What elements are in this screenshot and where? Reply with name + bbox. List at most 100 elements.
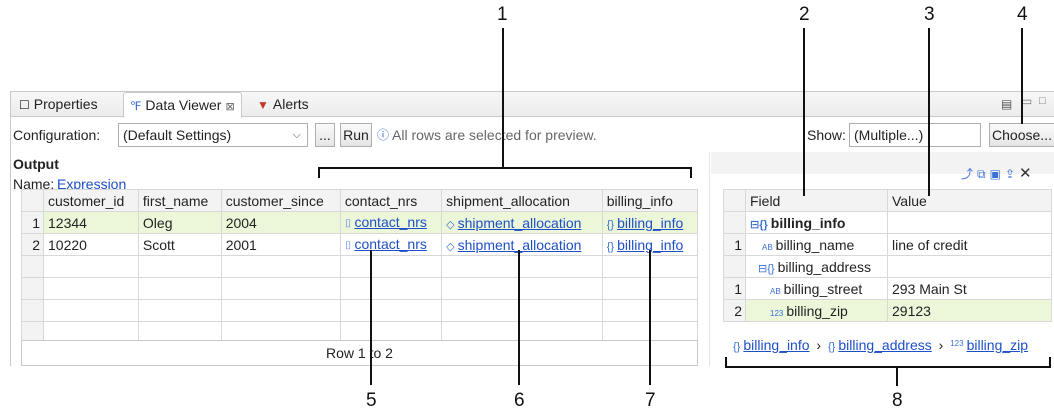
field-cell[interactable]: AB billing_street	[745, 277, 888, 300]
cell-customer-since[interactable]: 2001	[221, 233, 341, 256]
paste-icon[interactable]: ▣	[990, 167, 1005, 181]
field-cell[interactable]: AB billing_name	[745, 233, 888, 256]
go-up-icon[interactable]: ⤴	[961, 167, 977, 181]
breadcrumb: {} billing_info › {} billing_address › 123…	[733, 337, 1028, 353]
alerts-icon: ▼	[257, 98, 269, 112]
field-cell[interactable]: ⊟{} billing_info	[745, 211, 888, 234]
callout-3-line	[928, 28, 930, 196]
callout-6-line	[518, 250, 520, 385]
cell-contact-nrs[interactable]: ⌷ contact_nrs	[340, 211, 443, 234]
shipment-allocation-link[interactable]: shipment_allocation	[458, 215, 582, 231]
tree-row[interactable]: 1 AB billing_name line of credit	[723, 233, 1052, 256]
configuration-select[interactable]: (Default Settings) ⌵	[118, 123, 308, 147]
tree-row[interactable]: ⊟{} billing_info	[723, 211, 1052, 234]
row-number: 2	[723, 299, 746, 322]
cell-billing-info[interactable]: {} billing_info	[602, 211, 699, 234]
breadcrumb-billing-address[interactable]: billing_address	[838, 337, 931, 353]
tab-alerts[interactable]: ▼ Alerts	[251, 92, 315, 117]
cell-shipment-allocation[interactable]: ◇ shipment_allocation	[441, 233, 603, 256]
cell-first-name[interactable]: Oleg	[138, 211, 222, 234]
choose-button[interactable]: Choose...	[989, 123, 1054, 147]
copy-icon[interactable]: ⧉	[977, 167, 990, 181]
map-icon: ◇	[446, 240, 455, 253]
output-heading: Output	[13, 156, 59, 172]
column-header[interactable]: first_name	[138, 189, 222, 212]
collapse-struct-icon[interactable]: ⊟{}	[750, 218, 768, 231]
data-grid: customer_id first_name customer_since co…	[21, 189, 699, 344]
maximize-icon[interactable]: □	[1039, 95, 1046, 107]
callout-8-line	[896, 366, 898, 386]
struct-icon: {}	[827, 341, 836, 353]
detail-toolbar: ⤴⧉▣⇪✕	[961, 164, 1036, 182]
table-row[interactable]: 2 10220 Scott 2001 ⌷ contact_nrs ◇ shipmen…	[21, 233, 699, 256]
row-range-footer: Row 1 to 2	[21, 340, 698, 366]
field-cell[interactable]: ⊟{} billing_address	[745, 255, 888, 278]
preview-info-text: All rows are selected for preview.	[392, 127, 597, 143]
close-icon[interactable]: ⊠	[225, 101, 234, 113]
detail-header-row: Field Value	[723, 189, 1052, 212]
data-viewer-panel: ☐ Properties ℉ Data Viewer ⊠ ▼ Alerts ▤ ▭ □ …	[10, 91, 1054, 366]
value-cell[interactable]: 293 Main St	[887, 277, 1052, 300]
tree-row[interactable]: 2 123 billing_zip 29123	[723, 299, 1052, 322]
run-button[interactable]: Run	[340, 123, 372, 147]
map-icon: ◇	[446, 218, 455, 231]
configuration-label: Configuration:	[13, 127, 101, 143]
struct-icon: {}	[606, 218, 615, 231]
chevron-down-icon: ⌵	[292, 129, 301, 141]
tree-row[interactable]: ⊟{} billing_address	[723, 255, 1052, 278]
column-header[interactable]: billing_info	[602, 189, 699, 212]
configuration-more-button[interactable]: ...	[315, 123, 335, 147]
table-row[interactable]: 1 12344 Oleg 2004 ⌷ contact_nrs ◇ shipment…	[21, 211, 699, 234]
column-header[interactable]: contact_nrs	[340, 189, 443, 212]
callout-8-bracket-left	[725, 357, 727, 368]
cell-customer-id[interactable]: 10220	[43, 233, 139, 256]
contact-nrs-link[interactable]: contact_nrs	[354, 236, 426, 252]
cell-shipment-allocation[interactable]: ◇ shipment_allocation	[441, 211, 603, 234]
callout-1-bracket-left	[318, 167, 320, 178]
close-detail-icon[interactable]: ✕	[1019, 165, 1036, 182]
pane-divider	[709, 152, 710, 366]
breadcrumb-billing-zip[interactable]: billing_zip	[967, 337, 1028, 353]
callout-8-bracket	[725, 366, 1051, 368]
tab-properties[interactable]: ☐ Properties	[13, 92, 104, 117]
cell-first-name[interactable]: Scott	[138, 233, 222, 256]
array-icon: ⌷	[344, 240, 352, 252]
data-viewer-icon: ℉	[130, 99, 142, 113]
callout-8: 8	[892, 390, 903, 411]
show-label: Show:	[807, 127, 846, 143]
collapse-struct-icon[interactable]: ⊟{}	[758, 262, 775, 275]
callout-3: 3	[924, 4, 935, 25]
callout-1-bracket	[318, 167, 692, 169]
string-icon: AB	[770, 286, 781, 296]
callout-7-line	[649, 250, 651, 385]
value-cell[interactable]: line of credit	[887, 233, 1052, 256]
callout-2: 2	[799, 4, 810, 25]
column-header[interactable]: shipment_allocation	[441, 189, 603, 212]
number-icon: 123	[950, 339, 964, 348]
tab-data-viewer[interactable]: ℉ Data Viewer ⊠	[123, 92, 242, 118]
value-column-header[interactable]: Value	[887, 189, 1052, 212]
cell-contact-nrs[interactable]: ⌷ contact_nrs	[340, 233, 443, 256]
struct-icon: {}	[733, 341, 741, 353]
field-cell[interactable]: 123 billing_zip	[745, 299, 888, 322]
cell-customer-since[interactable]: 2004	[221, 211, 341, 234]
billing-info-link[interactable]: billing_info	[617, 215, 683, 231]
breadcrumb-billing-info[interactable]: billing_info	[743, 337, 809, 353]
show-input[interactable]: (Multiple...)	[849, 123, 981, 147]
callout-4-line	[1021, 28, 1023, 124]
cell-customer-id[interactable]: 12344	[43, 211, 139, 234]
column-header[interactable]: customer_since	[221, 189, 341, 212]
field-column-header[interactable]: Field	[745, 189, 888, 212]
string-icon: AB	[762, 242, 773, 252]
column-header[interactable]: customer_id	[43, 189, 139, 212]
number-icon: 123	[770, 308, 784, 318]
contact-nrs-link[interactable]: contact_nrs	[354, 214, 426, 230]
export-icon[interactable]: ▤	[1001, 97, 1012, 111]
breadcrumb-separator: ›	[816, 337, 822, 353]
export-data-icon[interactable]: ⇪	[1005, 167, 1019, 181]
value-cell[interactable]	[887, 255, 1052, 278]
callout-8-bracket-right	[1049, 357, 1051, 368]
tree-row[interactable]: 1 AB billing_street 293 Main St	[723, 277, 1052, 300]
value-cell[interactable]: 29123	[887, 299, 1052, 322]
value-cell[interactable]	[887, 211, 1052, 234]
